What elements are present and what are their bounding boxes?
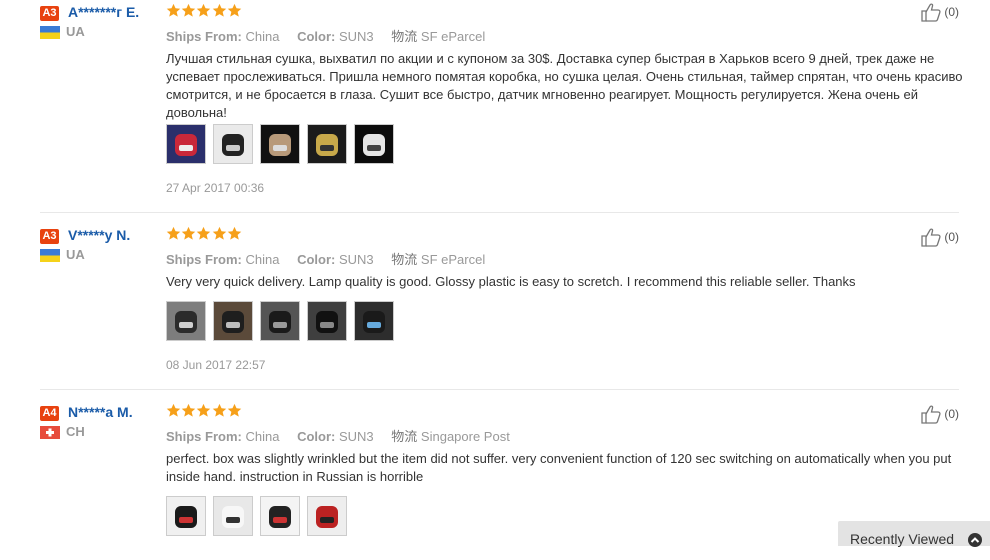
flag-ua-icon [40, 249, 60, 262]
buyer-level-badge: A4 [40, 406, 59, 421]
review-photo-thumbnail[interactable] [166, 301, 206, 341]
star-icon [166, 3, 181, 18]
star-icon [212, 403, 227, 418]
recently-viewed-label: Recently Viewed [850, 531, 955, 547]
star-rating [166, 3, 242, 18]
reviewer-name[interactable]: V*****y N. [68, 227, 130, 243]
helpful-count: (0) [944, 230, 959, 244]
color-label: Color: [297, 252, 336, 267]
ships-from-value: China [245, 252, 280, 267]
ships-from-value: China [245, 29, 280, 44]
review-photo-thumbnail[interactable] [213, 301, 253, 341]
review-photos [166, 496, 347, 536]
color-value: SUN3 [338, 252, 374, 267]
order-info: Ships From: China Color: SUN3 物流 Singapo… [166, 426, 510, 445]
reviewer-name[interactable]: N*****a M. [68, 404, 133, 420]
review-photo-thumbnail[interactable] [260, 496, 300, 536]
star-icon [196, 403, 211, 418]
review-photo-thumbnail[interactable] [260, 124, 300, 164]
helpful-button[interactable]: (0) [920, 227, 959, 247]
review-photo-thumbnail[interactable] [307, 124, 347, 164]
review-photo-thumbnail[interactable] [166, 496, 206, 536]
logistics-icon: 物流 [391, 252, 418, 267]
review-photo-thumbnail[interactable] [260, 301, 300, 341]
star-icon [196, 226, 211, 241]
star-icon [181, 3, 196, 18]
review-photo-thumbnail[interactable] [166, 124, 206, 164]
helpful-count: (0) [944, 407, 959, 421]
review-item: A4 N*****a M. CH Ships From: China Color… [40, 390, 959, 560]
logistics-icon: 物流 [391, 429, 418, 444]
reviewer-country: CH [66, 424, 85, 439]
helpful-count: (0) [944, 5, 959, 19]
color-value: SUN3 [338, 429, 374, 444]
review-photos [166, 301, 394, 341]
review-date: 08 Jun 2017 22:57 [166, 358, 266, 372]
review-photo-thumbnail[interactable] [213, 124, 253, 164]
review-text: Very very quick delivery. Lamp quality i… [166, 274, 856, 289]
thumbs-up-icon [921, 228, 941, 247]
order-info: Ships From: China Color: SUN3 物流 SF ePar… [166, 26, 485, 45]
review-photo-thumbnail[interactable] [307, 496, 347, 536]
reviewer-name[interactable]: A*******г E. [68, 4, 139, 20]
buyer-level-badge: A3 [40, 229, 59, 244]
reviewer-country: UA [66, 247, 85, 262]
recently-viewed-tab[interactable]: Recently Viewed [838, 521, 990, 547]
buyer-level-badge: A3 [40, 6, 59, 21]
review-photo-thumbnail[interactable] [213, 496, 253, 536]
logistics-icon: 物流 [391, 29, 418, 44]
star-icon [166, 403, 181, 418]
star-icon [181, 226, 196, 241]
shipping-method: Singapore Post [420, 429, 510, 444]
order-info: Ships From: China Color: SUN3 物流 SF ePar… [166, 249, 485, 268]
star-icon [227, 226, 242, 241]
star-icon [227, 403, 242, 418]
flag-ua-icon [40, 26, 60, 39]
review-photos [166, 124, 394, 164]
color-label: Color: [297, 29, 336, 44]
helpful-button[interactable]: (0) [920, 404, 959, 424]
thumbs-up-icon [921, 3, 941, 22]
star-icon [196, 3, 211, 18]
shipping-method: SF eParcel [420, 252, 486, 267]
ships-from-label: Ships From: [166, 29, 242, 44]
helpful-button[interactable]: (0) [920, 2, 959, 22]
color-label: Color: [297, 429, 336, 444]
review-text: perfect. box was slightly wrinkled but t… [166, 451, 952, 484]
review-photo-thumbnail[interactable] [307, 301, 347, 341]
ships-from-label: Ships From: [166, 252, 242, 267]
star-icon [212, 3, 227, 18]
review-item: A3 V*****y N. UA Ships From: China Color… [40, 213, 959, 390]
review-date: 27 Apr 2017 00:36 [166, 181, 265, 195]
star-icon [227, 3, 242, 18]
review-item: A3 A*******г E. UA Ships From: China Col… [40, 0, 963, 213]
shipping-method: SF eParcel [420, 29, 486, 44]
reviewer-country: UA [66, 24, 85, 39]
thumbs-up-icon [921, 405, 941, 424]
ships-from-label: Ships From: [166, 429, 242, 444]
star-rating [166, 226, 242, 241]
review-photo-thumbnail[interactable] [354, 301, 394, 341]
flag-ch-icon [40, 426, 60, 439]
chevron-up-icon [968, 533, 982, 547]
ships-from-value: China [245, 429, 280, 444]
review-photo-thumbnail[interactable] [354, 124, 394, 164]
star-icon [166, 226, 181, 241]
review-text: Лучшая стильная сушка, выхватил по акции… [166, 51, 963, 120]
star-icon [181, 403, 196, 418]
color-value: SUN3 [338, 29, 374, 44]
star-rating [166, 403, 242, 418]
star-icon [212, 226, 227, 241]
